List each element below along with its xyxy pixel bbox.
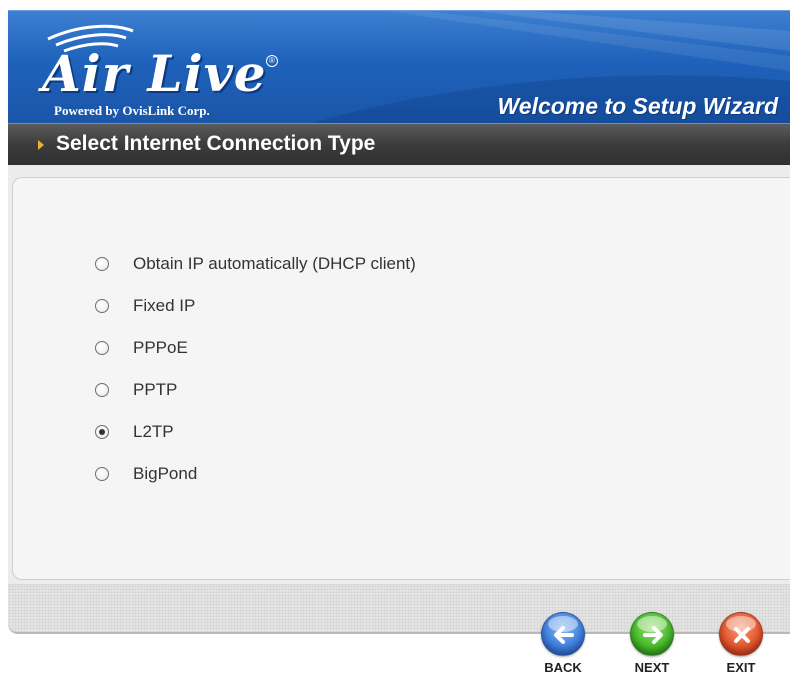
radio-button-fixed-ip[interactable] xyxy=(95,299,109,313)
radio-label-fixed-ip[interactable]: Fixed IP xyxy=(133,296,195,316)
radio-option-pppoe[interactable]: PPPoE xyxy=(95,327,416,369)
radio-label-bigpond[interactable]: BigPond xyxy=(133,464,197,484)
radio-option-l2tp[interactable]: L2TP xyxy=(95,411,416,453)
back-button[interactable]: BACK xyxy=(539,612,587,675)
radio-option-bigpond[interactable]: BigPond xyxy=(95,453,416,495)
registered-mark: ® xyxy=(266,55,278,67)
header-banner: Air Live ® Powered by OvisLink Corp. Wel… xyxy=(8,10,790,123)
radio-button-pppoe[interactable] xyxy=(95,341,109,355)
radio-label-l2tp[interactable]: L2TP xyxy=(133,422,174,442)
close-x-icon[interactable] xyxy=(719,612,763,656)
logo-subtitle: Powered by OvisLink Corp. xyxy=(54,103,210,118)
connection-type-radio-group: Obtain IP automatically (DHCP client) Fi… xyxy=(95,243,416,495)
setup-wizard-window: Air Live ® Powered by OvisLink Corp. Wel… xyxy=(0,0,790,675)
radio-option-dhcp[interactable]: Obtain IP automatically (DHCP client) xyxy=(95,243,416,285)
radio-button-l2tp[interactable] xyxy=(95,425,109,439)
radio-button-bigpond[interactable] xyxy=(95,467,109,481)
radio-button-pptp[interactable] xyxy=(95,383,109,397)
radio-label-pptp[interactable]: PPTP xyxy=(133,380,177,400)
radio-option-pptp[interactable]: PPTP xyxy=(95,369,416,411)
arrow-left-icon[interactable] xyxy=(541,612,585,656)
radio-label-pppoe[interactable]: PPPoE xyxy=(133,338,188,358)
exit-button[interactable]: EXIT xyxy=(717,612,765,675)
wizard-title: Welcome to Setup Wizard xyxy=(497,93,778,119)
radio-label-dhcp[interactable]: Obtain IP automatically (DHCP client) xyxy=(133,254,416,274)
arrow-right-icon[interactable] xyxy=(630,612,674,656)
triangle-right-icon xyxy=(38,140,44,150)
section-title: Select Internet Connection Type xyxy=(56,132,376,155)
radio-option-fixed-ip[interactable]: Fixed IP xyxy=(95,285,416,327)
next-button[interactable]: NEXT xyxy=(628,612,676,675)
section-header-bar: Select Internet Connection Type xyxy=(8,123,790,165)
airlive-logo: Air Live xyxy=(42,44,267,103)
radio-button-dhcp[interactable] xyxy=(95,257,109,271)
